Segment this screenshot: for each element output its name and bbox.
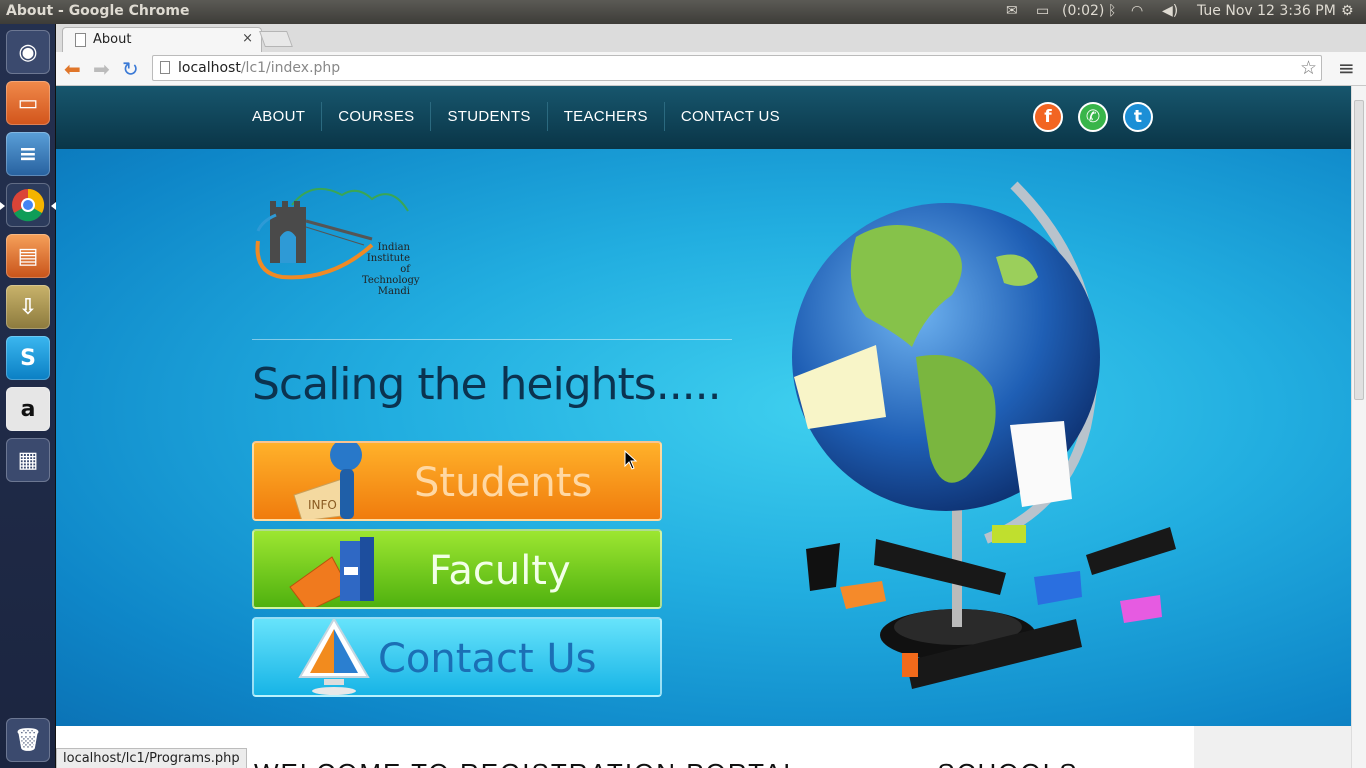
unity-launcher: ◉ ▭ ≡ ▤ ⇩ S a ▦ 🗑 [0,24,56,768]
nav-courses[interactable]: COURSES [322,102,432,131]
battery-time[interactable]: (0:02) [1062,3,1104,19]
mouse-cursor-icon [624,450,638,470]
back-arrow-icon[interactable]: ⬅ [64,57,81,81]
nav-teachers[interactable]: TEACHERS [548,102,665,131]
reload-icon[interactable]: ↻ [122,57,139,81]
chrome-window: About × ⬅ ➡ ↻ localhost/lc1/index.php ☆ … [56,24,1366,768]
tab-close-icon[interactable]: × [242,31,253,46]
students-button-label: Students [414,460,593,506]
nav-contact-us[interactable]: CONTACT US [665,102,796,131]
clock[interactable]: Tue Nov 12 3:36 PM [1197,3,1336,19]
skype-icon[interactable]: S [6,336,50,380]
page-scrollbar[interactable] [1351,86,1366,768]
nav-menu: ABOUT COURSES STUDENTS TEACHERS CONTACT … [236,102,796,131]
contact-us-button-label: Contact Us [378,636,597,682]
faculty-button[interactable]: Faculty [252,529,662,609]
page-right-gutter [1194,726,1351,768]
page-viewport: ABOUT COURSES STUDENTS TEACHERS CONTACT … [56,86,1366,768]
new-tab-button[interactable] [259,31,293,47]
status-bubble: localhost/lc1/Programs.php [56,748,247,768]
url-host: localhost [178,60,241,76]
divider [252,339,732,340]
window-title: About - Google Chrome [6,3,190,19]
page-favicon-icon [75,33,86,47]
tagline: Scaling the heights..... [252,359,722,410]
files-icon[interactable]: ▭ [6,81,50,125]
bluetooth-icon[interactable]: ᛒ [1108,3,1116,19]
workspace-switcher-icon[interactable]: ▦ [6,438,50,482]
welcome-section: WELCOME TO REGISTRATION PORTAL SCHOOLS [214,726,1194,768]
page-icon [160,61,170,74]
globe-illustration [792,181,1176,689]
url-text[interactable]: localhost/lc1/index.php [178,60,340,76]
wifi-icon[interactable]: ◠ [1131,3,1143,19]
mail-icon[interactable]: ✉ [1006,3,1018,19]
archive-manager-icon[interactable]: ⇩ [6,285,50,329]
twitter-icon[interactable]: t [1123,102,1153,132]
hero-section: Indian Institute of Technology Mandi Sca… [56,149,1351,726]
tab-title: About [93,32,132,47]
students-button[interactable]: INFO Students [252,441,662,521]
chrome-menu-icon[interactable]: ≡ [1338,56,1355,80]
trash-icon[interactable]: 🗑 [6,718,50,762]
facebook-icon[interactable]: f [1033,102,1063,132]
active-indicator [0,202,5,210]
forward-arrow-icon[interactable]: ➡ [93,57,110,81]
svg-text:INFO: INFO [308,498,337,512]
tab-about[interactable]: About × [62,27,262,52]
url-path: /lc1/index.php [240,60,341,76]
battery-icon[interactable]: ▭ [1036,3,1049,19]
iit-mandi-logo[interactable]: Indian Institute of Technology Mandi [252,181,420,297]
chrome-icon[interactable] [6,183,50,227]
contact-us-button[interactable]: Contact Us [252,617,662,697]
browser-toolbar: ⬅ ➡ ↻ localhost/lc1/index.php ☆ ≡ [56,52,1366,86]
writer-icon[interactable]: ≡ [6,132,50,176]
faculty-button-label: Faculty [429,548,571,594]
scrollbar-thumb[interactable] [1354,100,1364,400]
logo-text: Indian Institute of Technology Mandi [362,242,420,297]
welcome-heading-text: WELCOME TO REGISTRATION PORTAL [254,758,799,768]
nav-about[interactable]: ABOUT [236,102,323,131]
tab-strip: About × [56,24,1366,52]
dash-home-icon[interactable]: ◉ [6,30,50,74]
impress-icon[interactable]: ▤ [6,234,50,278]
address-bar[interactable]: localhost/lc1/index.php ☆ [152,55,1322,81]
binders-icon [289,537,374,607]
chat-icon[interactable]: ✆ [1078,102,1108,132]
site-navbar: ABOUT COURSES STUDENTS TEACHERS CONTACT … [56,86,1351,149]
info-figure-icon: INFO [293,443,362,519]
amazon-icon[interactable]: a [6,387,50,431]
nav-students[interactable]: STUDENTS [431,102,548,131]
volume-icon[interactable]: ◀) [1162,3,1178,19]
welcome-heading-schools: SCHOOLS [937,758,1078,768]
bookmark-star-icon[interactable]: ☆ [1300,57,1317,79]
welcome-heading: WELCOME TO REGISTRATION PORTAL SCHOOLS [254,758,1079,768]
settings-gear-icon[interactable]: ⚙ [1341,3,1354,19]
system-top-panel: About - Google Chrome ✉ ▭ (0:02) ᛒ ◠ ◀) … [0,0,1366,24]
